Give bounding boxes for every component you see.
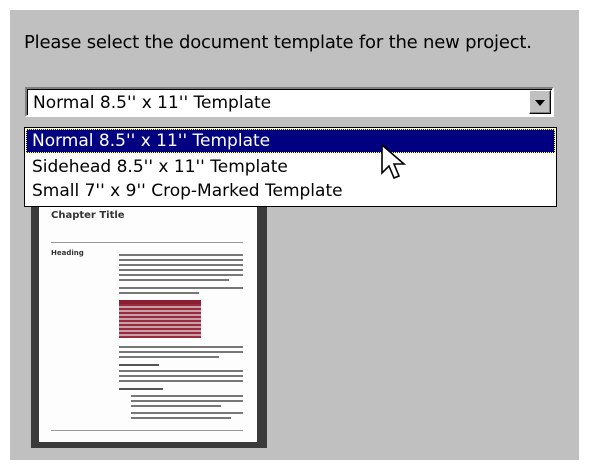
template-option-small[interactable]: Small 7'' x 9'' Crop-Marked Template bbox=[26, 179, 555, 203]
preview-text-line bbox=[119, 254, 243, 256]
preview-text-line bbox=[119, 351, 243, 353]
preview-text-line bbox=[131, 405, 221, 407]
preview-text-line bbox=[119, 264, 243, 266]
preview-text-line bbox=[119, 292, 199, 294]
preview-text-line bbox=[119, 259, 243, 261]
arrow-cursor-icon bbox=[381, 143, 407, 180]
chevron-down-icon bbox=[535, 100, 545, 106]
preview-text-line bbox=[119, 370, 243, 372]
preview-text-line bbox=[131, 412, 243, 414]
preview-subhead-line bbox=[119, 364, 159, 366]
preview-text-line bbox=[119, 287, 243, 289]
preview-rule bbox=[51, 242, 243, 243]
instruction-text: Please select the document template for … bbox=[24, 32, 532, 53]
template-option-normal[interactable]: Normal 8.5'' x 11'' Template bbox=[26, 129, 555, 153]
dropdown-button[interactable] bbox=[529, 90, 551, 114]
preview-chapter-title: Chapter Title bbox=[51, 210, 125, 221]
preview-footer-rule bbox=[51, 430, 243, 431]
preview-text-line bbox=[131, 417, 231, 419]
template-select[interactable]: Normal 8.5'' x 11'' Template bbox=[25, 87, 554, 117]
preview-text-line bbox=[119, 279, 229, 281]
dialog-panel: Please select the document template for … bbox=[10, 10, 579, 460]
template-select-value: Normal 8.5'' x 11'' Template bbox=[33, 93, 272, 113]
template-dropdown-list: Normal 8.5'' x 11'' Template Sidehead 8.… bbox=[24, 127, 557, 207]
template-preview: Chapter Title Heading bbox=[31, 190, 267, 448]
preview-text-line bbox=[119, 274, 243, 276]
preview-text-line bbox=[119, 375, 243, 377]
preview-page: Chapter Title Heading bbox=[39, 196, 257, 442]
preview-text-line bbox=[119, 380, 243, 382]
preview-text-line bbox=[131, 395, 243, 397]
template-option-sidehead[interactable]: Sidehead 8.5'' x 11'' Template bbox=[26, 155, 555, 179]
preview-text-line bbox=[119, 269, 243, 271]
preview-table bbox=[119, 304, 201, 338]
preview-text-line bbox=[131, 400, 243, 402]
preview-heading: Heading bbox=[51, 249, 84, 257]
preview-text-line bbox=[119, 356, 219, 358]
preview-text-line bbox=[119, 346, 243, 348]
preview-subhead-line bbox=[119, 388, 163, 390]
